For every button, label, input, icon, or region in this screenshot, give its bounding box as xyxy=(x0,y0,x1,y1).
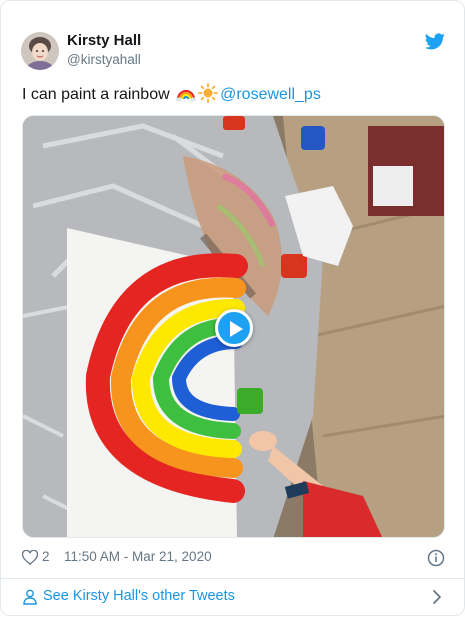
chevron-right-icon xyxy=(433,590,441,604)
avatar[interactable] xyxy=(21,32,59,70)
tweet-card: Kirsty Hall @kirstyahall I can paint a r… xyxy=(0,0,465,616)
tweet-video[interactable] xyxy=(22,115,445,538)
person-icon xyxy=(23,589,37,605)
author-handle[interactable]: @kirstyahall xyxy=(67,52,141,67)
play-button[interactable] xyxy=(215,309,253,347)
rainbow-emoji-icon xyxy=(176,90,197,102)
sun-emoji-icon xyxy=(198,83,218,103)
play-icon xyxy=(230,321,243,337)
tweet-meta: 2 11:50 AM - Mar 21, 2020 xyxy=(22,548,445,568)
info-icon[interactable] xyxy=(427,549,445,567)
tweet-timestamp[interactable]: 11:50 AM - Mar 21, 2020 xyxy=(64,549,212,564)
author-name[interactable]: Kirsty Hall xyxy=(67,32,141,49)
see-more-label: See Kirsty Hall's other Tweets xyxy=(43,588,235,604)
like-count: 2 xyxy=(42,549,50,564)
tweet-text: I can paint a rainbow @rosewell_ps xyxy=(22,83,321,105)
mention-link[interactable]: @rosewell_ps xyxy=(220,86,321,103)
see-more-tweets-link[interactable]: See Kirsty Hall's other Tweets xyxy=(22,587,445,607)
heart-icon[interactable] xyxy=(22,550,38,565)
divider xyxy=(1,578,464,579)
twitter-bird-icon[interactable] xyxy=(425,33,445,50)
tweet-text-body: I can paint a rainbow xyxy=(22,86,175,103)
